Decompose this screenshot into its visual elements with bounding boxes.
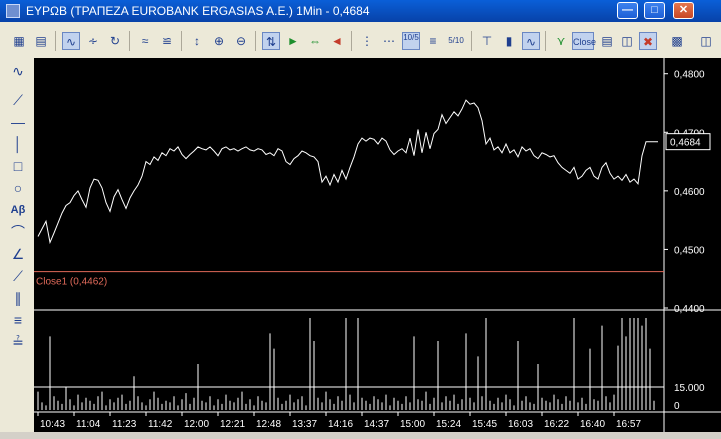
time-tick-label: 13:37 [292, 419, 317, 430]
ellipse-icon[interactable]: ○ [8, 179, 28, 197]
toolbar-separator [55, 31, 56, 51]
save-icon[interactable]: ▦ [10, 32, 28, 50]
price-tick-label: 0,4800 [674, 70, 705, 81]
decimal-icon[interactable]: ⋯ [380, 32, 398, 50]
export-icon[interactable]: ▩ [668, 32, 686, 50]
line-style-icon[interactable]: ∿ [522, 32, 540, 50]
time-tick-label: 16:03 [508, 419, 533, 430]
time-tick-label: 15:00 [400, 419, 425, 430]
toolbar-separator [351, 31, 352, 51]
time-tick-label: 15:45 [472, 419, 497, 430]
indicator-icon[interactable]: ≈ [136, 32, 154, 50]
last-price-marker: 0,4684 [665, 133, 711, 151]
last-price-label: 0,4684 [670, 138, 701, 149]
price-tick-label: 0,4500 [674, 245, 705, 256]
study-icon[interactable]: ≌ [158, 32, 176, 50]
decimal-button[interactable]: 10/5 [402, 32, 420, 50]
bar-chart-icon[interactable]: ∻ [84, 32, 102, 50]
parallel-icon[interactable]: ∥ [8, 289, 28, 307]
time-tick-label: 11:42 [148, 419, 173, 430]
trendline-icon[interactable]: ⟋ [8, 91, 28, 109]
drawing-toolbar: ∿ ⟋ — │ □ ○ Aβ ⌒ ∠ ⟋ ∥ ≡ ≟ [0, 58, 35, 439]
line-chart-icon[interactable]: ∿ [62, 32, 80, 50]
print-icon[interactable]: ▤ [32, 32, 50, 50]
node-icon[interactable]: ⋎ [552, 32, 570, 50]
green-arrow-icon[interactable]: ► [284, 32, 302, 50]
time-tick-label: 14:37 [364, 419, 389, 430]
text-tool-icon[interactable]: Aβ [8, 201, 28, 219]
title-bar: ΕΥΡΩΒ (ΤΡΑΠΕΖΑ EUROBANK ERGASIAS A.E.) 1… [0, 0, 721, 22]
scale-icon[interactable]: ↕ [188, 32, 206, 50]
red-arrow-icon[interactable]: ⇔ [306, 32, 324, 50]
rectangle-icon[interactable]: □ [8, 157, 28, 175]
candle-icon[interactable]: ▮ [500, 32, 518, 50]
horizontal-line-icon[interactable]: — [8, 113, 28, 131]
vertical-line-icon[interactable]: │ [8, 135, 28, 153]
tools-icon[interactable]: ✖ [639, 32, 657, 50]
time-tick-label: 12:48 [256, 419, 281, 430]
indicator-tool-icon[interactable]: ∿ [8, 62, 28, 80]
close-reference-label: Close1 (0,4462) [36, 277, 107, 288]
volume-tick-label: 0 [674, 401, 680, 412]
price-tick-label: 0,4400 [674, 304, 705, 315]
time-tick-label: 12:21 [220, 419, 245, 430]
time-tick-label: 16:22 [544, 419, 569, 430]
app-icon [6, 4, 20, 18]
toolbar-separator [255, 31, 256, 51]
andrews-icon[interactable]: ≟ [8, 333, 28, 351]
toolbar-separator [181, 31, 182, 51]
window-icon[interactable]: ▤ [598, 32, 616, 50]
window-title: ΕΥΡΩΒ (ΤΡΑΠΕΖΑ EUROBANK ERGASIAS A.E.) 1… [26, 4, 370, 18]
volume-tick-label: 15.000 [674, 383, 705, 394]
panel-icon[interactable]: ◫ [618, 32, 636, 50]
time-tick-label: 10:43 [40, 419, 65, 430]
close-window-button[interactable]: ✕ [673, 2, 694, 19]
layout-icon[interactable]: ◫ [697, 32, 715, 50]
zoom-out-icon[interactable]: ⊖ [232, 32, 250, 50]
time-tick-label: 11:23 [112, 419, 137, 430]
arc-icon[interactable]: ⌒ [8, 223, 28, 241]
fraction-button[interactable]: 5/10 [446, 32, 466, 50]
fraction-510-icon[interactable]: ≡ [424, 32, 442, 50]
price-volume-chart[interactable]: Close1 (0,4462) 0,48000,47000,46000,4500… [34, 58, 721, 439]
time-tick-label: 16:40 [580, 419, 605, 430]
time-tick-label: 14:16 [328, 419, 353, 430]
toolbar-separator [471, 31, 472, 51]
status-strip [0, 432, 721, 439]
maximize-button[interactable]: □ [644, 2, 665, 19]
toolbar-separator [129, 31, 130, 51]
main-toolbar: ▦ ▤ ∿ ∻ ↻ ≈ ≌ ↕ ⊕ ⊖ ⇅ ► ⇔ ◄ ⋮ ⋯ 10/5 ≡ 5… [0, 22, 721, 59]
refresh-icon[interactable]: ↻ [106, 32, 124, 50]
time-tick-label: 11:04 [76, 419, 101, 430]
ray-icon[interactable]: ⟋ [8, 267, 28, 285]
minimize-button[interactable]: — [617, 2, 638, 19]
fan-icon[interactable]: ∠ [8, 245, 28, 263]
price-tick-label: 0,4600 [674, 187, 705, 198]
red-left-arrow-icon[interactable]: ◄ [328, 32, 346, 50]
fraction-icon[interactable]: ⋮ [358, 32, 376, 50]
time-tick-label: 12:00 [184, 419, 209, 430]
tick-chart-icon[interactable]: ⊤ [478, 32, 496, 50]
fibonacci-icon[interactable]: ≡ [8, 311, 28, 329]
zoom-in-icon[interactable]: ⊕ [210, 32, 228, 50]
close-button[interactable]: Close [572, 32, 596, 50]
marker-icon[interactable]: ⇅ [262, 32, 280, 50]
time-tick-label: 15:24 [436, 419, 461, 430]
toolbar-separator [545, 31, 546, 51]
time-tick-label: 16:57 [616, 419, 641, 430]
